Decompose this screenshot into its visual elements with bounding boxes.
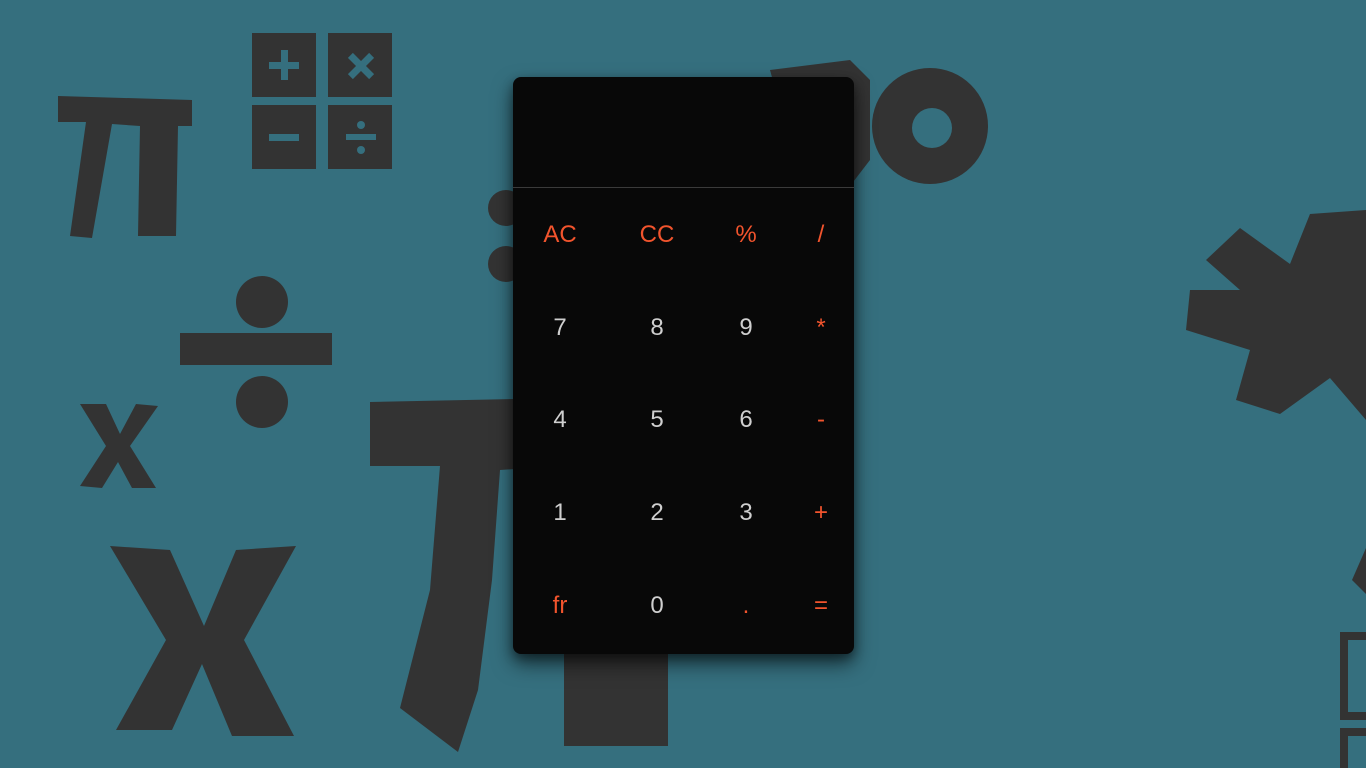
add-button[interactable]: + [791,493,851,533]
cc-button[interactable]: CC [627,215,687,255]
divide-button[interactable]: / [791,215,851,255]
plus-minus-times-divide-grid-icon [252,33,392,169]
calculator-display [513,77,854,188]
decimal-button[interactable]: . [716,586,776,626]
fraction-button[interactable]: fr [530,586,590,626]
times-icon [110,546,296,736]
pi-icon [58,96,192,238]
percent-button[interactable]: % [716,215,776,255]
digit-4-button[interactable]: 4 [530,400,590,440]
subtract-button[interactable]: - [791,400,851,440]
digit-3-button[interactable]: 3 [716,493,776,533]
digit-2-button[interactable]: 2 [627,493,687,533]
digit-7-button[interactable]: 7 [530,308,590,348]
calculator: AC CC% / 7 8 9 * 4 5 6- 1 2 3 + fr 0. = [513,77,854,654]
digit-5-button[interactable]: 5 [627,400,687,440]
times-icon [80,404,158,488]
digit-0-button[interactable]: 0 [627,586,687,626]
digit-9-button[interactable]: 9 [716,308,776,348]
asterisk-icon [1186,210,1366,420]
ac-button[interactable]: AC [530,215,590,255]
multiply-button[interactable]: * [791,308,851,348]
divide-icon [180,276,332,428]
digit-8-button[interactable]: 8 [627,308,687,348]
equals-button[interactable]: = [791,586,851,626]
digit-6-button[interactable]: 6 [716,400,776,440]
digit-1-button[interactable]: 1 [530,493,590,533]
